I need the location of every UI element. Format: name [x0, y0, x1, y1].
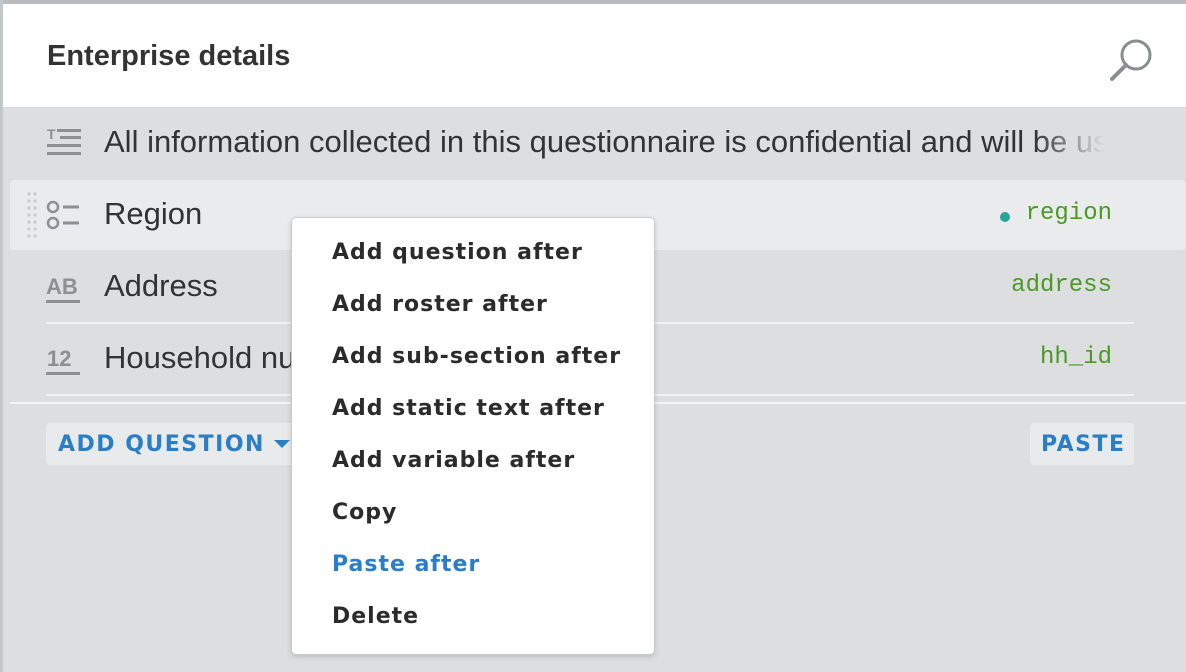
- single-select-icon: [46, 200, 79, 230]
- chevron-down-icon[interactable]: [274, 440, 290, 448]
- svg-text:AB: AB: [46, 274, 78, 299]
- paste-label: PASTE: [1041, 432, 1126, 457]
- menu-item-paste-after[interactable]: Paste after: [332, 552, 480, 592]
- context-menu: Add question after Add roster after Add …: [291, 217, 655, 655]
- search-icon[interactable]: [1107, 37, 1157, 85]
- list-item-static-text[interactable]: T All information collected in this ques…: [10, 108, 1186, 178]
- svg-text:12: 12: [47, 346, 71, 371]
- menu-item-add-static-text-after[interactable]: Add static text after: [332, 396, 605, 436]
- paste-button[interactable]: PASTE: [1030, 423, 1134, 465]
- menu-item-add-roster-after[interactable]: Add roster after: [332, 292, 548, 332]
- variable-name: address: [1011, 272, 1112, 299]
- menu-item-add-variable-after[interactable]: Add variable after: [332, 448, 575, 488]
- svg-text:T: T: [47, 126, 56, 142]
- question-label: Region: [104, 196, 203, 231]
- menu-item-delete[interactable]: Delete: [332, 604, 419, 644]
- text-question-icon: AB: [46, 274, 80, 303]
- menu-item-copy[interactable]: Copy: [332, 500, 397, 540]
- numeric-question-icon: 12: [46, 346, 80, 375]
- variable-name: region: [1025, 200, 1112, 227]
- section-header: Enterprise details: [3, 4, 1186, 108]
- menu-item-add-sub-section-after[interactable]: Add sub-section after: [332, 344, 621, 384]
- add-question-button[interactable]: ADD QUESTION: [46, 423, 296, 465]
- static-text-icon: T: [47, 126, 81, 155]
- variable-name: hh_id: [1039, 344, 1112, 371]
- page-title: Enterprise details: [47, 40, 291, 72]
- menu-item-add-question-after[interactable]: Add question after: [332, 240, 583, 280]
- drag-handle-icon[interactable]: [24, 190, 40, 242]
- add-question-label: ADD QUESTION: [58, 432, 265, 457]
- status-dot: [1000, 212, 1010, 222]
- question-label: Address: [104, 268, 218, 303]
- static-text-label: All information collected in this questi…: [104, 124, 1104, 159]
